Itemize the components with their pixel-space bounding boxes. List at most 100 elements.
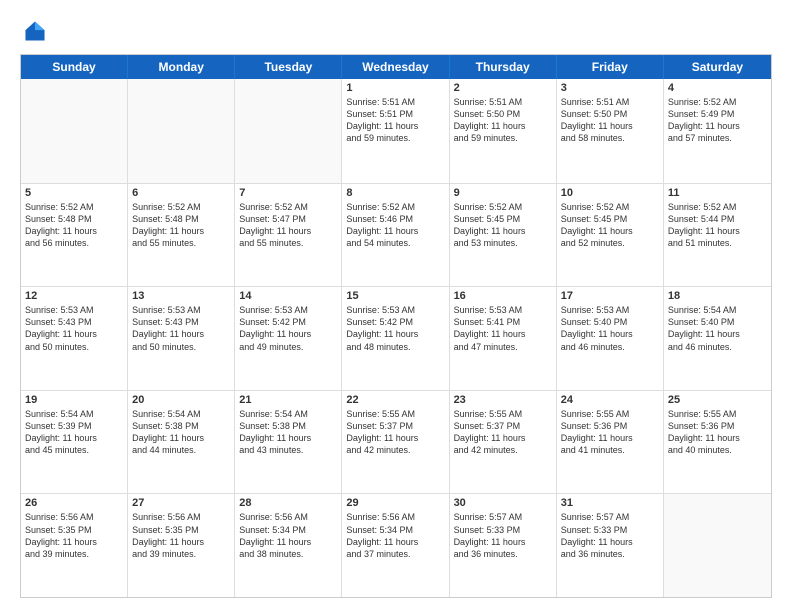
cell-info: Sunrise: 5:52 AMSunset: 5:46 PMDaylight:… xyxy=(346,201,444,250)
cell-info: Sunrise: 5:52 AMSunset: 5:47 PMDaylight:… xyxy=(239,201,337,250)
calendar: SundayMondayTuesdayWednesdayThursdayFrid… xyxy=(20,54,772,598)
calendar-page: SundayMondayTuesdayWednesdayThursdayFrid… xyxy=(0,0,792,612)
calendar-cell: 19 Sunrise: 5:54 AMSunset: 5:39 PMDayligh… xyxy=(21,391,128,494)
calendar-cell: 27 Sunrise: 5:56 AMSunset: 5:35 PMDayligh… xyxy=(128,494,235,597)
day-number: 30 xyxy=(454,497,552,509)
day-number: 26 xyxy=(25,497,123,509)
day-number: 20 xyxy=(132,394,230,406)
cell-info: Sunrise: 5:52 AMSunset: 5:48 PMDaylight:… xyxy=(132,201,230,250)
day-number: 5 xyxy=(25,187,123,199)
calendar-cell xyxy=(235,79,342,183)
day-number: 22 xyxy=(346,394,444,406)
cell-info: Sunrise: 5:53 AMSunset: 5:41 PMDaylight:… xyxy=(454,304,552,353)
page-header xyxy=(20,18,772,44)
calendar-cell: 1 Sunrise: 5:51 AMSunset: 5:51 PMDaylight… xyxy=(342,79,449,183)
cell-info: Sunrise: 5:55 AMSunset: 5:37 PMDaylight:… xyxy=(346,408,444,457)
cell-info: Sunrise: 5:52 AMSunset: 5:44 PMDaylight:… xyxy=(668,201,767,250)
calendar-cell xyxy=(21,79,128,183)
day-number: 27 xyxy=(132,497,230,509)
calendar-cell: 17Sunrise: 5:53 AMSunset: 5:40 PMDayligh… xyxy=(557,287,664,390)
calendar-week-1: 1 Sunrise: 5:51 AMSunset: 5:51 PMDaylight… xyxy=(21,79,771,183)
day-number: 21 xyxy=(239,394,337,406)
calendar-cell: 25 Sunrise: 5:55 AMSunset: 5:36 PMDayligh… xyxy=(664,391,771,494)
calendar-cell: 23 Sunrise: 5:55 AMSunset: 5:37 PMDayligh… xyxy=(450,391,557,494)
cell-info: Sunrise: 5:53 AMSunset: 5:43 PMDaylight:… xyxy=(132,304,230,353)
calendar-week-3: 12 Sunrise: 5:53 AMSunset: 5:43 PMDayligh… xyxy=(21,286,771,390)
header-day-wednesday: Wednesday xyxy=(342,55,449,79)
calendar-cell xyxy=(128,79,235,183)
day-number: 28 xyxy=(239,497,337,509)
cell-info: Sunrise: 5:55 AMSunset: 5:36 PMDaylight:… xyxy=(561,408,659,457)
logo-icon xyxy=(22,18,48,44)
day-number: 19 xyxy=(25,394,123,406)
calendar-cell: 30 Sunrise: 5:57 AMSunset: 5:33 PMDayligh… xyxy=(450,494,557,597)
cell-info: Sunrise: 5:53 AMSunset: 5:43 PMDaylight:… xyxy=(25,304,123,353)
day-number: 1 xyxy=(346,82,444,94)
calendar-body: 1 Sunrise: 5:51 AMSunset: 5:51 PMDaylight… xyxy=(21,79,771,597)
cell-info: Sunrise: 5:57 AMSunset: 5:33 PMDaylight:… xyxy=(454,511,552,560)
day-number: 15 xyxy=(346,290,444,302)
header-day-saturday: Saturday xyxy=(664,55,771,79)
cell-info: Sunrise: 5:56 AMSunset: 5:35 PMDaylight:… xyxy=(25,511,123,560)
cell-info: Sunrise: 5:51 AMSunset: 5:50 PMDaylight:… xyxy=(561,96,659,145)
calendar-cell: 10 Sunrise: 5:52 AMSunset: 5:45 PMDayligh… xyxy=(557,184,664,287)
header-day-monday: Monday xyxy=(128,55,235,79)
calendar-cell: 15 Sunrise: 5:53 AMSunset: 5:42 PMDayligh… xyxy=(342,287,449,390)
day-number: 10 xyxy=(561,187,659,199)
cell-info: Sunrise: 5:52 AMSunset: 5:48 PMDaylight:… xyxy=(25,201,123,250)
cell-info: Sunrise: 5:52 AMSunset: 5:45 PMDaylight:… xyxy=(561,201,659,250)
calendar-cell: 3Sunrise: 5:51 AMSunset: 5:50 PMDaylight… xyxy=(557,79,664,183)
day-number: 9 xyxy=(454,187,552,199)
cell-info: Sunrise: 5:52 AMSunset: 5:49 PMDaylight:… xyxy=(668,96,767,145)
cell-info: Sunrise: 5:54 AMSunset: 5:39 PMDaylight:… xyxy=(25,408,123,457)
calendar-cell: 31Sunrise: 5:57 AMSunset: 5:33 PMDayligh… xyxy=(557,494,664,597)
cell-info: Sunrise: 5:53 AMSunset: 5:40 PMDaylight:… xyxy=(561,304,659,353)
cell-info: Sunrise: 5:53 AMSunset: 5:42 PMDaylight:… xyxy=(346,304,444,353)
header-day-thursday: Thursday xyxy=(450,55,557,79)
calendar-cell: 8 Sunrise: 5:52 AMSunset: 5:46 PMDaylight… xyxy=(342,184,449,287)
day-number: 16 xyxy=(454,290,552,302)
calendar-cell xyxy=(664,494,771,597)
calendar-cell: 5 Sunrise: 5:52 AMSunset: 5:48 PMDaylight… xyxy=(21,184,128,287)
logo xyxy=(20,18,50,44)
cell-info: Sunrise: 5:56 AMSunset: 5:34 PMDaylight:… xyxy=(346,511,444,560)
day-number: 6 xyxy=(132,187,230,199)
calendar-cell: 24 Sunrise: 5:55 AMSunset: 5:36 PMDayligh… xyxy=(557,391,664,494)
day-number: 12 xyxy=(25,290,123,302)
calendar-cell: 21Sunrise: 5:54 AMSunset: 5:38 PMDayligh… xyxy=(235,391,342,494)
calendar-week-5: 26 Sunrise: 5:56 AMSunset: 5:35 PMDayligh… xyxy=(21,493,771,597)
calendar-cell: 11Sunrise: 5:52 AMSunset: 5:44 PMDayligh… xyxy=(664,184,771,287)
day-number: 13 xyxy=(132,290,230,302)
calendar-cell: 4Sunrise: 5:52 AMSunset: 5:49 PMDaylight… xyxy=(664,79,771,183)
header-day-friday: Friday xyxy=(557,55,664,79)
cell-info: Sunrise: 5:51 AMSunset: 5:51 PMDaylight:… xyxy=(346,96,444,145)
calendar-header: SundayMondayTuesdayWednesdayThursdayFrid… xyxy=(21,55,771,79)
calendar-cell: 20 Sunrise: 5:54 AMSunset: 5:38 PMDayligh… xyxy=(128,391,235,494)
day-number: 24 xyxy=(561,394,659,406)
calendar-week-4: 19 Sunrise: 5:54 AMSunset: 5:39 PMDayligh… xyxy=(21,390,771,494)
cell-info: Sunrise: 5:55 AMSunset: 5:36 PMDaylight:… xyxy=(668,408,767,457)
cell-info: Sunrise: 5:56 AMSunset: 5:35 PMDaylight:… xyxy=(132,511,230,560)
calendar-cell: 12 Sunrise: 5:53 AMSunset: 5:43 PMDayligh… xyxy=(21,287,128,390)
day-number: 18 xyxy=(668,290,767,302)
cell-info: Sunrise: 5:51 AMSunset: 5:50 PMDaylight:… xyxy=(454,96,552,145)
cell-info: Sunrise: 5:52 AMSunset: 5:45 PMDaylight:… xyxy=(454,201,552,250)
calendar-cell: 22 Sunrise: 5:55 AMSunset: 5:37 PMDayligh… xyxy=(342,391,449,494)
calendar-cell: 29 Sunrise: 5:56 AMSunset: 5:34 PMDayligh… xyxy=(342,494,449,597)
cell-info: Sunrise: 5:54 AMSunset: 5:38 PMDaylight:… xyxy=(132,408,230,457)
calendar-cell: 7 Sunrise: 5:52 AMSunset: 5:47 PMDaylight… xyxy=(235,184,342,287)
calendar-cell: 26 Sunrise: 5:56 AMSunset: 5:35 PMDayligh… xyxy=(21,494,128,597)
day-number: 31 xyxy=(561,497,659,509)
cell-info: Sunrise: 5:55 AMSunset: 5:37 PMDaylight:… xyxy=(454,408,552,457)
day-number: 7 xyxy=(239,187,337,199)
day-number: 25 xyxy=(668,394,767,406)
day-number: 8 xyxy=(346,187,444,199)
calendar-cell: 18Sunrise: 5:54 AMSunset: 5:40 PMDayligh… xyxy=(664,287,771,390)
calendar-cell: 28Sunrise: 5:56 AMSunset: 5:34 PMDayligh… xyxy=(235,494,342,597)
calendar-cell: 14Sunrise: 5:53 AMSunset: 5:42 PMDayligh… xyxy=(235,287,342,390)
cell-info: Sunrise: 5:53 AMSunset: 5:42 PMDaylight:… xyxy=(239,304,337,353)
day-number: 23 xyxy=(454,394,552,406)
calendar-cell: 13 Sunrise: 5:53 AMSunset: 5:43 PMDayligh… xyxy=(128,287,235,390)
header-day-sunday: Sunday xyxy=(21,55,128,79)
day-number: 29 xyxy=(346,497,444,509)
